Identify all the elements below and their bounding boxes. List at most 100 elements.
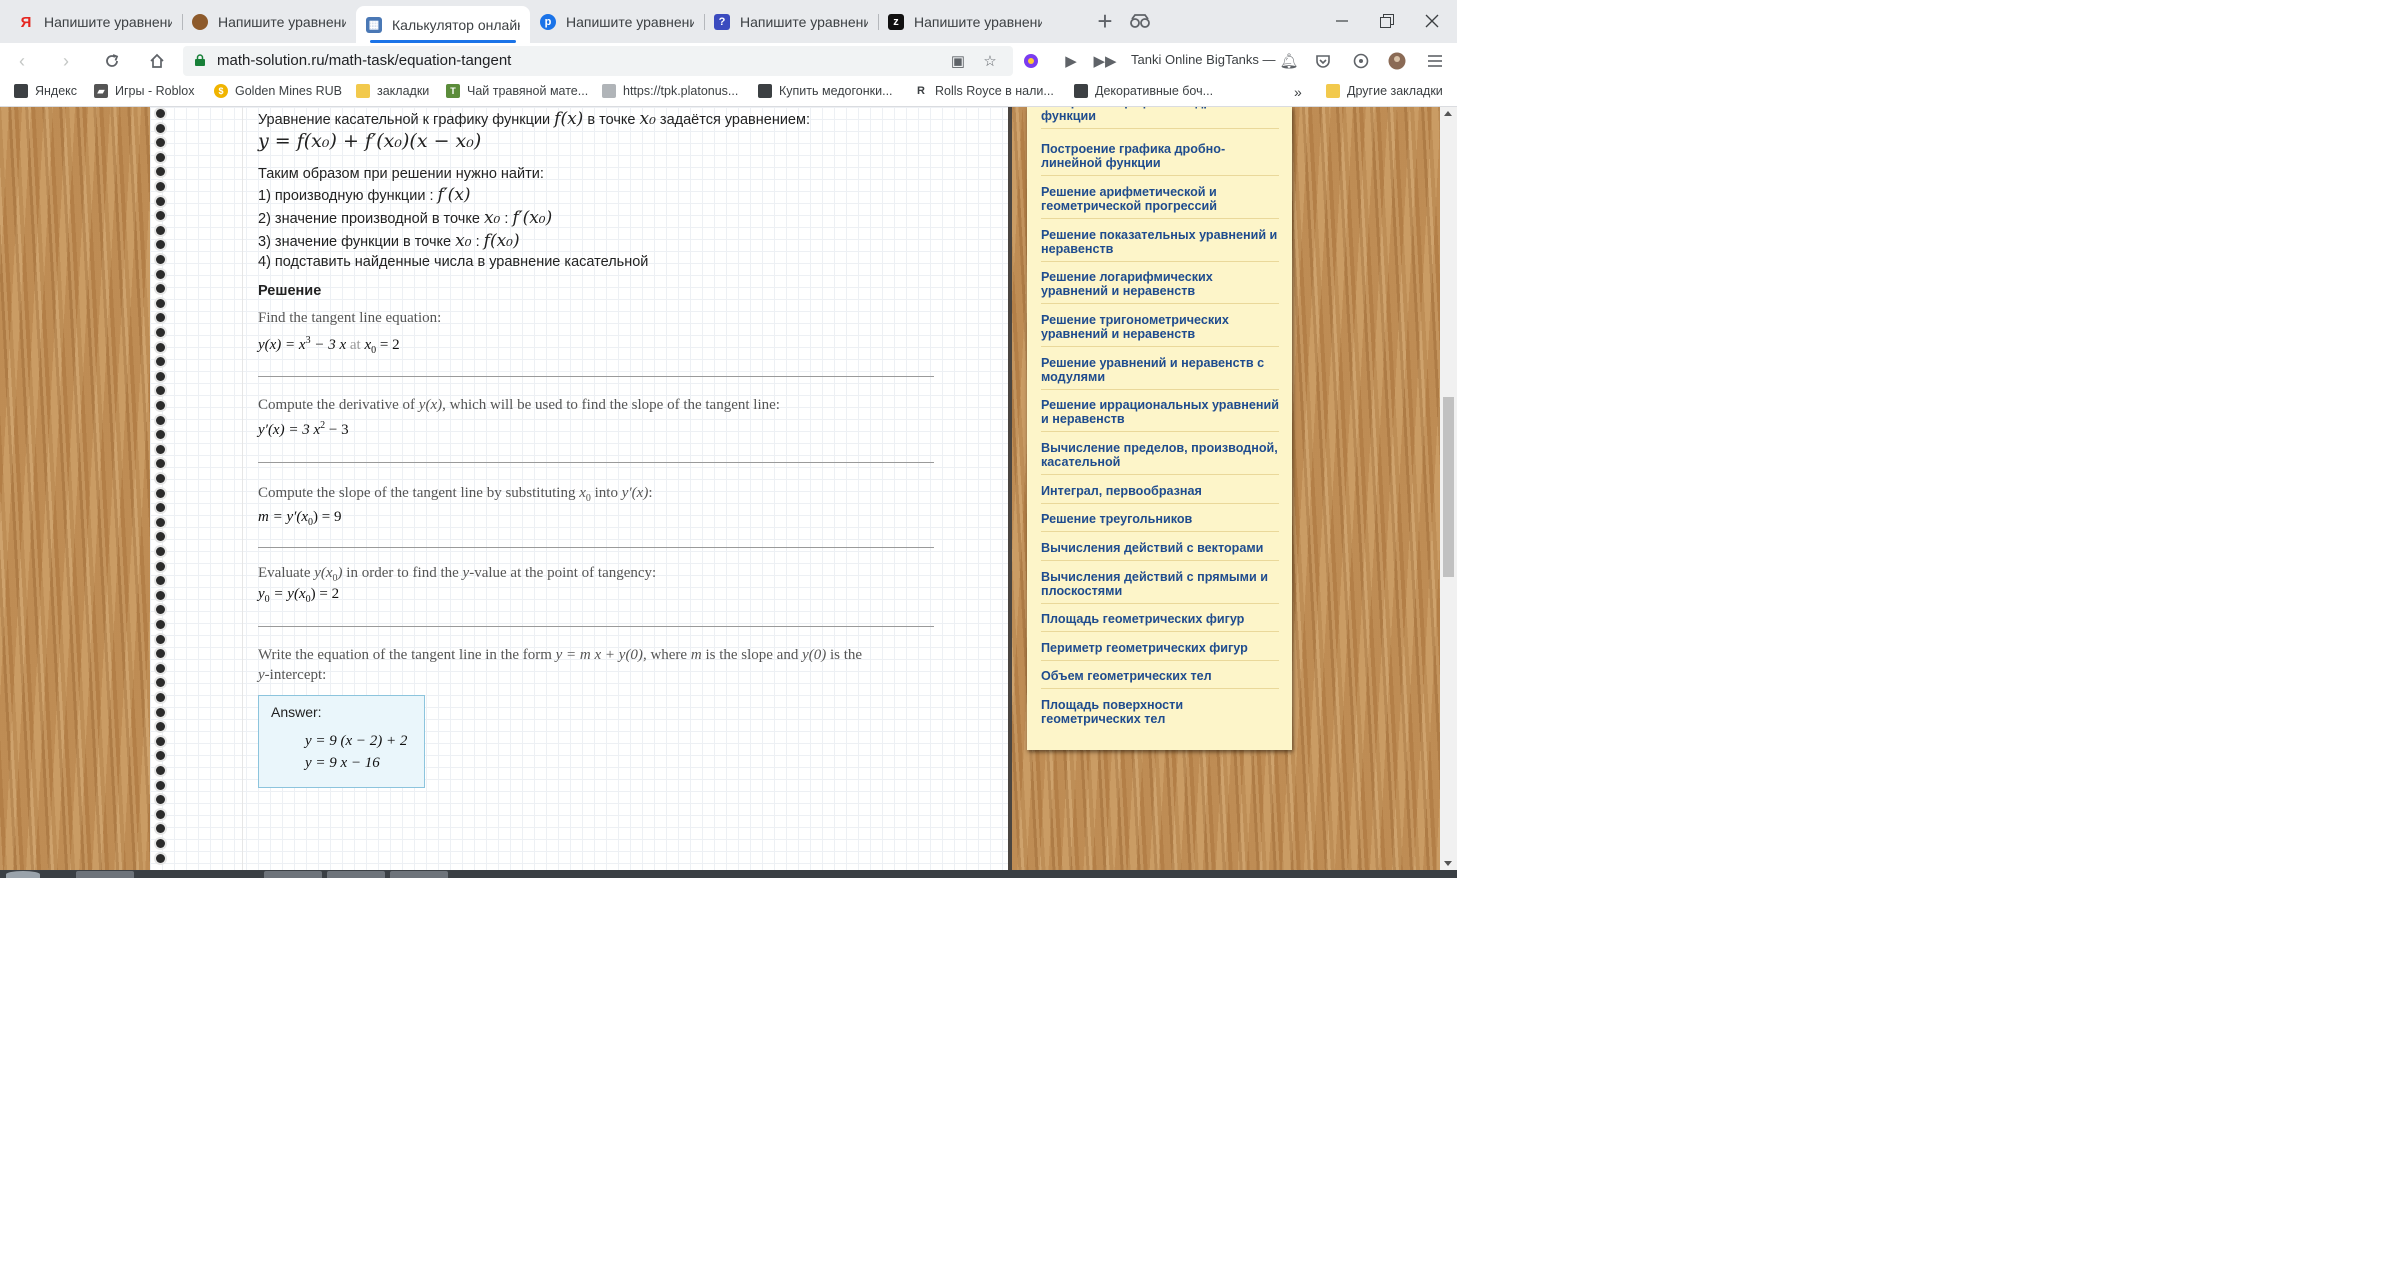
tab-title: Напишите уравнение [914, 14, 1042, 30]
sidebar-link-lines-planes[interactable]: Вычисления действий с прямыми и плоскост… [1041, 570, 1279, 604]
text: Compute the derivative of [258, 397, 419, 413]
text: , which will be used to find the slope o… [442, 397, 780, 413]
binding-ring [156, 517, 165, 527]
save-page-icon[interactable]: ▣ [949, 52, 967, 70]
math: x [579, 485, 586, 501]
need-item-4: 4) подставить найденные числа в уравнени… [258, 254, 649, 270]
bookmark-label: Чай травяной мате... [467, 84, 589, 98]
bookmark-label: https://tpk.platonus... [623, 84, 739, 98]
home-icon[interactable] [143, 47, 171, 75]
scroll-up-arrow-icon[interactable] [1444, 111, 1452, 116]
fast-forward-icon[interactable]: ▶▶ [1093, 50, 1116, 72]
math: = y(x [269, 586, 306, 602]
bookmark-folder[interactable]: закладки [356, 84, 429, 98]
tab-5[interactable]: ? Напишите уравнение [704, 6, 878, 38]
binding-ring [156, 605, 165, 615]
bookmark-roblox[interactable]: ▰ Игры - Roblox [94, 84, 195, 98]
bookmark-yandex[interactable]: Яндекс [14, 84, 77, 98]
tab-search-icon[interactable] [1125, 8, 1155, 34]
binding-ring [156, 853, 165, 863]
tab-1[interactable]: Я Напишите уравнение [8, 6, 182, 38]
minimize-icon[interactable] [1320, 6, 1364, 36]
tab-title: Напишите уравнение [218, 14, 346, 30]
restore-icon[interactable] [1365, 6, 1409, 36]
bookmark-platonus[interactable]: https://tpk.platonus... [602, 84, 738, 98]
sidebar-link-trigonometric[interactable]: Решение тригонометрических уравнений и н… [1041, 313, 1279, 347]
taskbar-item[interactable] [327, 871, 385, 878]
play-icon[interactable]: ▶ [1060, 50, 1082, 72]
start-icon[interactable] [6, 871, 40, 878]
bookmark-decor[interactable]: Декоративные боч... [1074, 84, 1213, 98]
other-bookmarks[interactable]: Другие закладки [1326, 84, 1443, 98]
bookmark-tea[interactable]: T Чай травяной мате... [446, 84, 588, 98]
text: Evaluate [258, 565, 315, 581]
folder-icon [1326, 84, 1340, 98]
math: y(x [314, 565, 333, 581]
text: -value at the point of tangency: [469, 565, 657, 581]
pocket-icon[interactable] [1312, 50, 1334, 72]
binding-ring [156, 634, 165, 644]
sidebar-link-quadratic-graph[interactable]: Построение графика квадратичной функции [1041, 107, 1279, 129]
text: Compute the slope of the tangent line by… [258, 485, 580, 501]
toolbar: ‹ › math-solution.ru/math-task/equation-… [0, 43, 1457, 79]
sidebar-link-progressions[interactable]: Решение арифметической и геометрической … [1041, 185, 1279, 219]
sidebar-link-limits-derivative[interactable]: Вычисление пределов, производной, касате… [1041, 441, 1279, 475]
bookmark-label: закладки [377, 84, 430, 98]
taskbar-item[interactable] [264, 871, 322, 878]
bookmark-label: Декоративные боч... [1095, 84, 1214, 98]
sidebar-link-surface-area[interactable]: Площадь поверхности геометрических тел [1041, 698, 1279, 731]
black-z-icon: z [888, 14, 904, 30]
sidebar-link-modulus[interactable]: Решение уравнений и неравенств с модулям… [1041, 356, 1279, 390]
scrollbar-thumb[interactable] [1443, 397, 1454, 577]
math: y(0) [802, 647, 827, 663]
binding-ring [156, 663, 165, 673]
need-item-2: 2) значение производной в точке x₀ : f′(… [258, 208, 552, 228]
scroll-down-arrow-icon[interactable] [1444, 861, 1452, 866]
bookmark-golden-mines[interactable]: $ Golden Mines RUB [214, 84, 342, 98]
sidebar-link-perimeter[interactable]: Периметр геометрических фигур [1041, 641, 1279, 661]
sidebar-link-logarithmic[interactable]: Решение логарифмических уравнений и нера… [1041, 270, 1279, 304]
sidebar-link-volume[interactable]: Объем геометрических тел [1041, 669, 1279, 689]
extension-title[interactable]: Tanki Online BigTanks — [1131, 52, 1276, 67]
forward-icon[interactable]: › [52, 47, 80, 75]
bell-icon[interactable]: 🔔︎ [1278, 50, 1300, 72]
binding-ring [156, 255, 165, 264]
math: y(x) [418, 397, 443, 413]
sidebar-link-irrational[interactable]: Решение иррациональных уравнений и нерав… [1041, 398, 1279, 432]
sidebar-link-area[interactable]: Площадь геометрических фигур [1041, 612, 1279, 632]
binding-ring [156, 707, 165, 717]
sidebar-link-integral[interactable]: Интеграл, первообразная [1041, 484, 1279, 504]
math: f′(x) [437, 185, 471, 205]
sidebar-menu: Построение графика квадратичной функции … [1027, 107, 1292, 750]
color-wheel-icon[interactable] [1020, 50, 1042, 72]
back-icon[interactable]: ‹ [8, 47, 36, 75]
sidebar-link-vectors[interactable]: Вычисления действий с векторами [1041, 541, 1279, 561]
plus-icon[interactable]: + [1090, 6, 1120, 36]
page-scrollbar[interactable] [1440, 107, 1457, 870]
address-bar[interactable]: math-solution.ru/math-task/equation-tang… [183, 46, 1013, 76]
step-2-formula: y′(x) = 3 x2 − 3 [258, 420, 349, 439]
sidebar-link-triangles[interactable]: Решение треугольников [1041, 512, 1279, 532]
close-icon[interactable] [1410, 6, 1454, 36]
sidebar-link-exponential[interactable]: Решение показательных уравнений и нераве… [1041, 228, 1279, 262]
star-icon[interactable]: ☆ [981, 52, 999, 70]
taskbar-item[interactable] [76, 871, 134, 878]
binding-ring [156, 152, 165, 162]
taskbar-item[interactable] [390, 871, 448, 878]
avatar[interactable] [1386, 50, 1408, 72]
tab-6[interactable]: z Напишите уравнение [878, 6, 1052, 38]
binding-ring [156, 298, 165, 308]
tab-2[interactable]: Напишите уравнение [182, 6, 356, 38]
whatsapp-icon[interactable] [1350, 50, 1372, 72]
reload-icon[interactable] [98, 47, 126, 75]
tab-3-active[interactable]: ▦ Калькулятор онлайн [356, 6, 530, 43]
bookmark-rolls-royce[interactable]: R Rolls Royce в нали... [914, 84, 1054, 98]
sidebar-link-fractional-linear-graph[interactable]: Построение графика дробно-линейной функц… [1041, 142, 1279, 176]
tab-4[interactable]: p Напишите уравнение [530, 6, 704, 38]
bookmark-medogonki[interactable]: Купить медогонки... [758, 84, 893, 98]
bookmarks-more-button[interactable]: » [1294, 84, 1302, 100]
need-title: Таким образом при решении нужно найти: [258, 166, 544, 182]
menu-icon[interactable] [1424, 50, 1446, 72]
answer-label: Answer: [271, 704, 322, 720]
step-4-formula: y0 = y(x0) = 2 [258, 586, 339, 605]
